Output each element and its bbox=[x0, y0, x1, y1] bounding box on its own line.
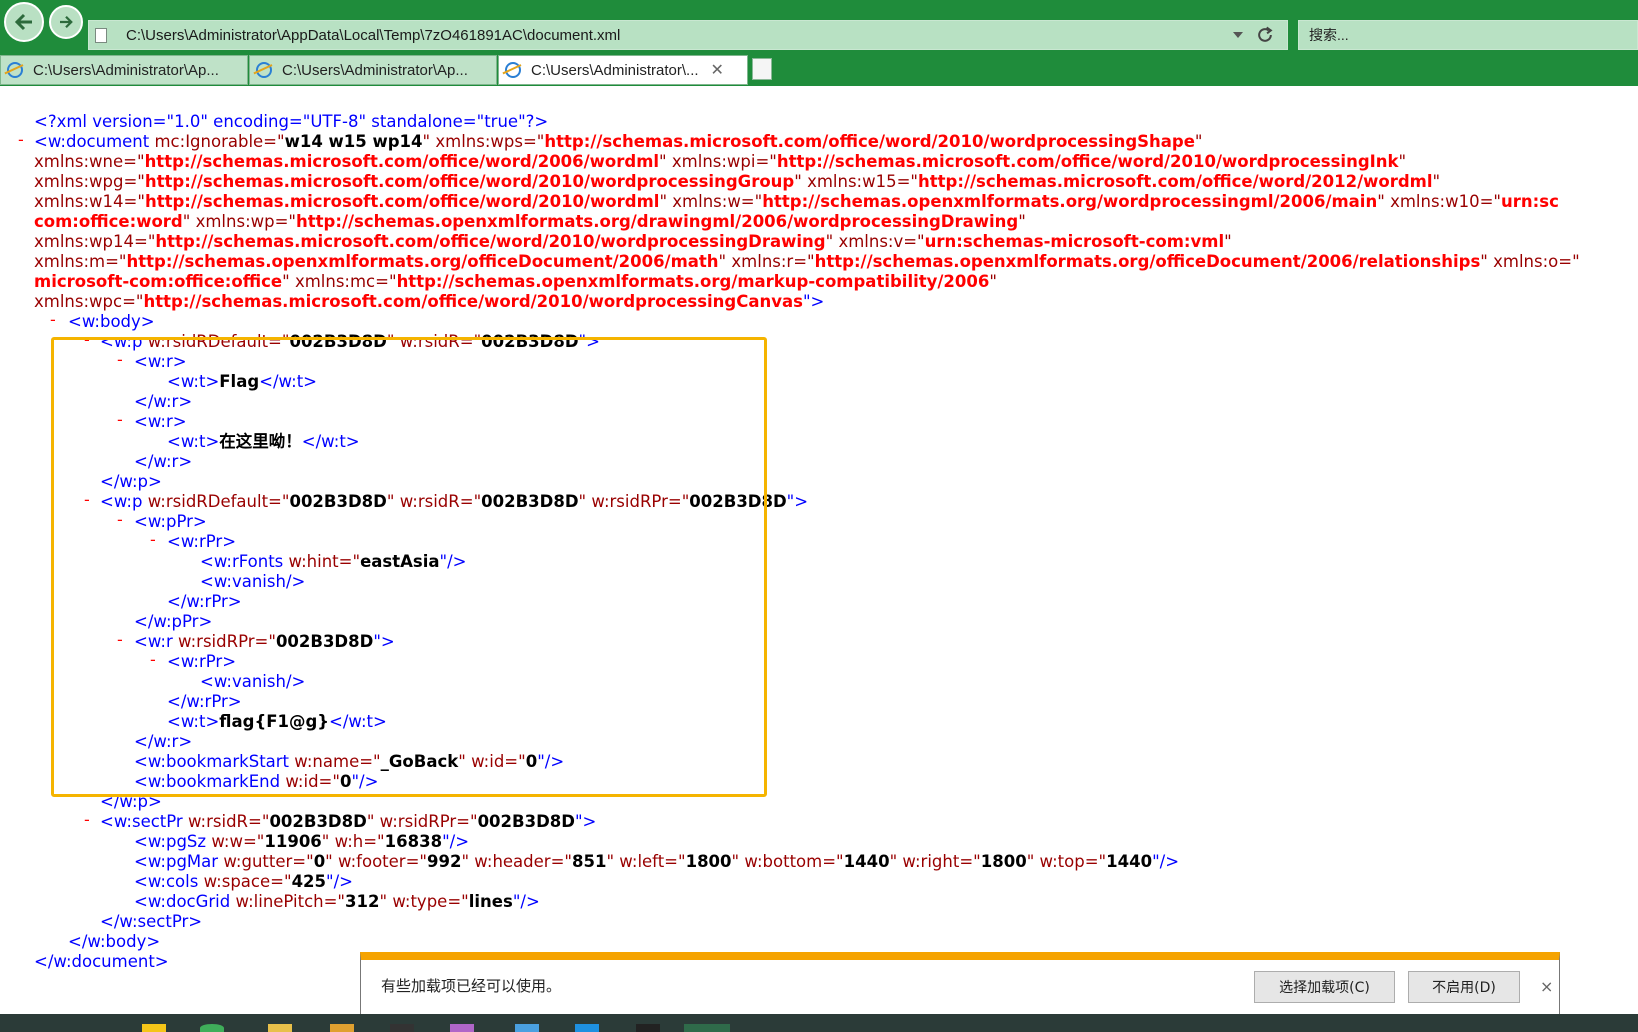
xml-line: <w:document mc:Ignorable="w14 w15 wp14" … bbox=[34, 132, 1203, 151]
taskbar-app-icon[interactable] bbox=[330, 1024, 354, 1032]
back-button[interactable] bbox=[4, 2, 44, 42]
ie-icon bbox=[256, 62, 272, 78]
tab-label: C:\Users\Administrator\... bbox=[531, 61, 699, 79]
tab-label: C:\Users\Administrator\Ap... bbox=[282, 61, 468, 79]
disable-button[interactable]: 不启用(D) bbox=[1408, 971, 1520, 1003]
collapse-toggle[interactable]: - bbox=[84, 810, 90, 829]
taskbar-app-icon[interactable] bbox=[390, 1024, 414, 1032]
notification-message: 有些加载项已经可以使用。 bbox=[381, 977, 562, 995]
ie-icon bbox=[7, 62, 23, 78]
xml-line: <w:docGrid w:linePitch="312" w:type="lin… bbox=[134, 892, 540, 911]
search-input[interactable] bbox=[1307, 26, 1611, 44]
close-icon[interactable]: × bbox=[1540, 977, 1553, 996]
xml-line: xmlns:wp14="http://schemas.microsoft.com… bbox=[34, 232, 1232, 251]
xml-line: <w:sectPr w:rsidR="002B3D8D" w:rsidRPr="… bbox=[100, 812, 597, 831]
taskbar bbox=[0, 1014, 1638, 1032]
xml-line: </w:document> bbox=[34, 952, 169, 971]
taskbar-app-icon[interactable] bbox=[142, 1024, 166, 1032]
xml-line: </w:body> bbox=[68, 932, 161, 951]
xml-line: com:office:word" xmlns:wp="http://schema… bbox=[34, 212, 1026, 231]
taskbar-app-icon[interactable] bbox=[450, 1024, 474, 1032]
arrow-left-icon bbox=[14, 13, 32, 31]
collapse-toggle[interactable]: - bbox=[50, 310, 56, 329]
taskbar-app-icon[interactable] bbox=[636, 1024, 660, 1032]
taskbar-app-icon[interactable] bbox=[515, 1024, 539, 1032]
taskbar-app-icon[interactable] bbox=[200, 1024, 224, 1032]
ie-icon bbox=[505, 62, 521, 78]
collapse-toggle[interactable]: - bbox=[18, 130, 24, 149]
xml-line: </w:sectPr> bbox=[100, 912, 203, 931]
search-box[interactable] bbox=[1298, 20, 1638, 50]
choose-addons-button[interactable]: 选择加载项(C) bbox=[1254, 971, 1395, 1003]
addon-notification-bar: 有些加载项已经可以使用。 选择加载项(C) 不启用(D) × bbox=[360, 952, 1560, 1016]
xml-line: <w:pgMar w:gutter="0" w:footer="992" w:h… bbox=[134, 852, 1180, 871]
chevron-down-icon[interactable] bbox=[1233, 32, 1243, 38]
tab-strip: C:\Users\Administrator\Ap... C:\Users\Ad… bbox=[0, 55, 1638, 85]
address-bar[interactable]: C:\Users\Administrator\AppData\Local\Tem… bbox=[88, 20, 1288, 50]
xml-line: xmlns:wpg="http://schemas.microsoft.com/… bbox=[34, 172, 1441, 191]
new-tab-button[interactable] bbox=[752, 58, 772, 80]
forward-button[interactable] bbox=[49, 5, 83, 39]
arrow-right-icon bbox=[60, 15, 73, 29]
xml-line: <w:pgSz w:w="11906" w:h="16838"/> bbox=[134, 832, 470, 851]
tab-3[interactable]: C:\Users\Administrator\... ✕ bbox=[498, 55, 748, 85]
taskbar-app-icon[interactable] bbox=[268, 1024, 292, 1032]
xml-line: xmlns:m="http://schemas.openxmlformats.o… bbox=[34, 252, 1580, 271]
xml-line: microsoft-com:office:office" xmlns:mc="h… bbox=[34, 272, 997, 291]
address-text[interactable]: C:\Users\Administrator\AppData\Local\Tem… bbox=[126, 27, 1233, 44]
browser-chrome: C:\Users\Administrator\AppData\Local\Tem… bbox=[0, 0, 1638, 86]
xml-line: <w:body> bbox=[68, 312, 155, 331]
taskbar-app-icon[interactable] bbox=[575, 1024, 599, 1032]
xml-line: xmlns:wne="http://schemas.microsoft.com/… bbox=[34, 152, 1407, 171]
xml-line: xmlns:w14="http://schemas.microsoft.com/… bbox=[34, 192, 1559, 211]
page-icon bbox=[95, 27, 107, 43]
xml-declaration: <?xml version="1.0" encoding="UTF-8" sta… bbox=[34, 112, 549, 131]
highlight-annotation bbox=[51, 337, 767, 797]
tab-2[interactable]: C:\Users\Administrator\Ap... bbox=[249, 55, 497, 85]
refresh-icon[interactable] bbox=[1255, 25, 1275, 45]
close-icon[interactable]: ✕ bbox=[711, 60, 724, 80]
tab-label: C:\Users\Administrator\Ap... bbox=[33, 61, 219, 79]
tab-1[interactable]: C:\Users\Administrator\Ap... bbox=[0, 55, 248, 85]
xml-line: <w:cols w:space="425"/> bbox=[134, 872, 353, 891]
xml-line: xmlns:wpc="http://schemas.microsoft.com/… bbox=[34, 292, 825, 311]
taskbar-app-icon[interactable] bbox=[684, 1024, 730, 1032]
